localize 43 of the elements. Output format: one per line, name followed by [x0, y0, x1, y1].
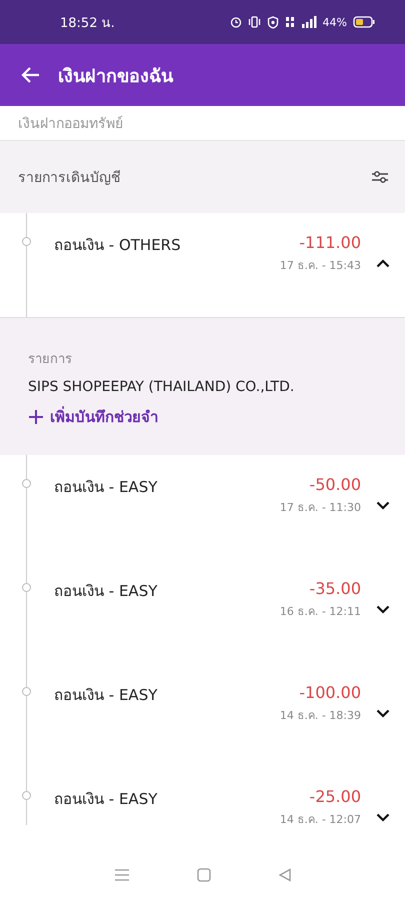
transaction-amount: -111.00 — [299, 233, 361, 252]
back-icon[interactable] — [20, 66, 40, 84]
section-title: รายการเดินบัญชี — [18, 169, 121, 188]
menu-icon[interactable] — [114, 868, 130, 882]
home-icon[interactable] — [196, 868, 210, 882]
shield-icon — [266, 16, 279, 28]
transaction-date: 16 ธ.ค. - 12:11 — [280, 604, 361, 620]
timeline-dot — [22, 237, 31, 246]
add-note-button[interactable]: เพิ่มบันทึกช่วยจำ — [28, 405, 158, 429]
filter-icon[interactable] — [371, 170, 389, 184]
transaction-amount: -35.00 — [309, 579, 361, 598]
transaction-title: ถอนเงิน - EASY — [54, 581, 158, 602]
timeline-dot — [22, 687, 31, 696]
transaction-title: ถอนเงิน - OTHERS — [54, 235, 182, 256]
transaction-amount: -25.00 — [309, 787, 361, 806]
transaction-date: 17 ธ.ค. - 11:30 — [280, 500, 361, 516]
transaction-title: ถอนเงิน - EASY — [54, 685, 158, 706]
transaction-amount: -50.00 — [309, 475, 361, 494]
status-time: 18:52 น. — [60, 14, 116, 32]
vibrate-icon — [248, 16, 261, 28]
plus-icon — [28, 409, 44, 425]
transaction-amount: -100.00 — [299, 683, 361, 702]
detail-label: รายการ — [28, 351, 72, 369]
transaction-date: 17 ธ.ค. - 15:43 — [280, 258, 361, 274]
expand-icon[interactable] — [376, 709, 390, 718]
battery-icon — [353, 16, 375, 28]
expand-icon[interactable] — [376, 813, 390, 822]
transaction-title: ถอนเงิน - EASY — [54, 789, 158, 810]
signal-icon — [300, 16, 317, 28]
expand-icon[interactable] — [376, 605, 390, 614]
collapse-icon[interactable] — [376, 259, 390, 268]
transaction-title: ถอนเงิน - EASY — [54, 477, 158, 498]
expand-icon[interactable] — [376, 501, 390, 510]
transaction-date: 14 ธ.ค. - 18:39 — [280, 708, 361, 724]
transaction-date: 14 ธ.ค. - 12:07 — [280, 812, 361, 828]
page-title: เงินฝากของฉัน — [58, 64, 173, 88]
detail-value: SIPS SHOPEEPAY (THAILAND) CO.,LTD. — [28, 379, 294, 395]
back-nav-icon[interactable] — [278, 868, 292, 882]
timeline-dot — [22, 791, 31, 800]
alarm-icon — [230, 16, 242, 28]
timeline-dot — [22, 583, 31, 592]
battery-percent: 44% — [322, 16, 347, 28]
timeline-dot — [22, 479, 31, 488]
